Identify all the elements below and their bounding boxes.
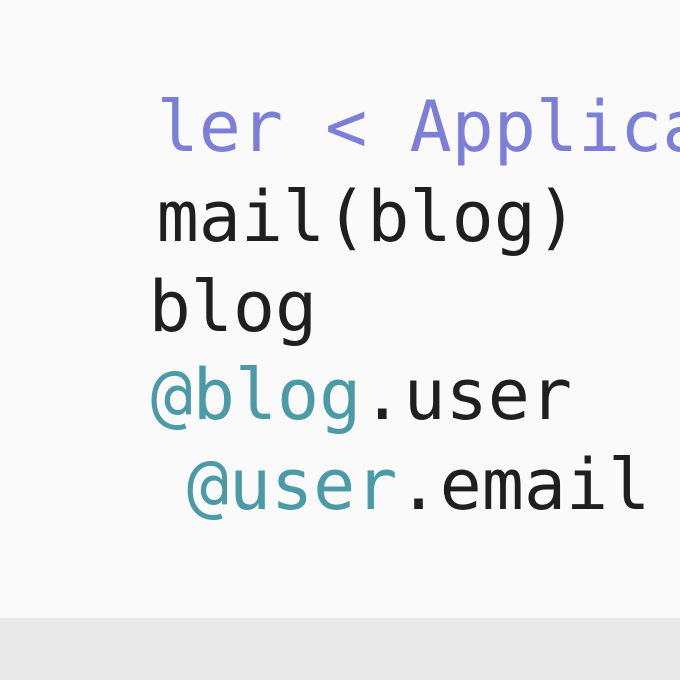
code-line-3: blog (0, 172, 318, 348)
method-call-token: .email ,subj (397, 444, 651, 526)
code-editor[interactable]: ler < ApplicationM mail(blog) blog @blog… (0, 0, 680, 618)
instance-variable-token: @user (186, 444, 398, 526)
code-line-5: @user.email ,subj (0, 350, 680, 526)
code-line-1: ler < ApplicationM (0, 0, 680, 168)
code-line-2: mail(blog) (0, 82, 578, 258)
editor-bottom-bar (0, 618, 680, 680)
code-line-4: @blog.user (0, 260, 572, 436)
